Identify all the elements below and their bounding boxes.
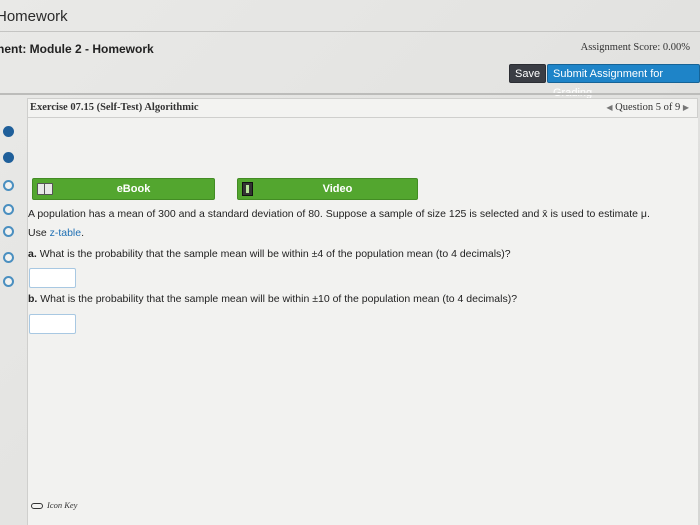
question-dot-5[interactable] <box>3 226 14 237</box>
window-title: Homework <box>0 8 68 25</box>
question-nav-label: Question 5 of 9 <box>615 102 681 113</box>
icon-key-label: Icon Key <box>47 500 78 510</box>
part-a-question: a. What is the probability that the samp… <box>28 248 511 260</box>
question-dot-3[interactable] <box>3 180 14 191</box>
part-b-text: What is the probability that the sample … <box>40 293 518 305</box>
answer-b-input[interactable] <box>29 314 76 334</box>
assignment-title: nent: Module 2 - Homework <box>0 42 154 56</box>
question-dot-1[interactable] <box>3 126 14 137</box>
key-icon <box>31 503 43 510</box>
tab-video[interactable]: Video <box>237 178 418 200</box>
question-dot-4[interactable] <box>3 204 14 215</box>
table-instruction: Use z-table. <box>28 227 84 239</box>
question-dot-7[interactable] <box>3 276 14 287</box>
question-progress-dots <box>0 118 27 308</box>
tab-ebook-label: eBook <box>116 183 151 195</box>
part-b-label: b. <box>28 293 38 305</box>
assignment-score: Assignment Score: 0.00% <box>580 42 690 53</box>
tab-ebook[interactable]: eBook <box>32 178 215 200</box>
answer-a-input[interactable] <box>29 268 76 288</box>
icon-key[interactable]: Icon Key <box>31 500 77 510</box>
question-dot-6[interactable] <box>3 252 14 263</box>
prev-question-icon[interactable]: ◀ <box>606 103 612 112</box>
save-button[interactable]: Save <box>509 64 547 83</box>
exercise-title: Exercise 07.15 (Self-Test) Algorithmic <box>30 102 199 113</box>
page: Homework nent: Module 2 - Homework Assig… <box>0 0 700 525</box>
exercise-bar: Exercise 07.15 (Self-Test) Algorithmic ◀… <box>27 98 698 118</box>
table-instruction-prefix: Use <box>28 227 50 239</box>
title-divider <box>0 31 700 32</box>
part-a-label: a. <box>28 248 37 260</box>
question-navigator[interactable]: ◀ Question 5 of 9 ▶ <box>606 102 689 113</box>
z-table-link[interactable]: z-table <box>50 227 82 239</box>
header-divider <box>0 93 700 95</box>
submit-assignment-button[interactable]: Submit Assignment for Grading <box>547 64 700 99</box>
table-instruction-suffix: . <box>81 227 85 239</box>
part-b-question: b. What is the probability that the samp… <box>28 293 517 305</box>
part-a-text: What is the probability that the sample … <box>39 248 511 260</box>
question-dot-2[interactable] <box>3 152 14 163</box>
question-intro: A population has a mean of 300 and a sta… <box>28 208 650 220</box>
next-question-icon[interactable]: ▶ <box>683 103 689 112</box>
tab-video-label: Video <box>322 183 353 195</box>
